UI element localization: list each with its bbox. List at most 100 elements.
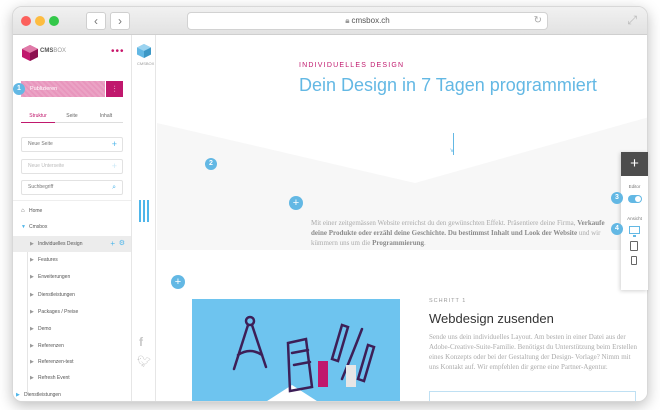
page-title: Dein Design in 7 Tagen programmiert [299, 75, 597, 95]
caret-right-icon: ▶ [30, 292, 34, 298]
tree-item-refresh-event[interactable]: ▶ Refresh Event [13, 370, 131, 386]
logo-suffix: BOX [145, 61, 155, 66]
tree-item-dienstleistungen[interactable]: ▶ Dienstleistungen [13, 287, 131, 303]
design-tools-icon [192, 299, 400, 401]
intro-text: . [424, 239, 426, 247]
add-section-button[interactable]: + [171, 275, 185, 289]
resize-handle[interactable] [139, 200, 149, 222]
tree-item-packages-preise[interactable]: ▶ Packages / Preise [13, 304, 131, 320]
facebook-icon[interactable]: f [139, 335, 143, 349]
minimize-window-button[interactable] [35, 16, 45, 26]
add-element-button[interactable]: + [289, 196, 303, 210]
cms-sidebar: CMSBOX ••• Publizieren ⫶ Struktur Seite … [13, 35, 132, 401]
chevron-left-icon: ‹ [94, 14, 98, 28]
tour-badge-1: 1 [13, 83, 25, 95]
tree-item-features[interactable]: ▶ Features [13, 252, 131, 268]
tree-item-referenzen[interactable]: ▶ Referenzen [13, 338, 131, 354]
step-label: SCHRITT 1 [429, 298, 467, 304]
close-window-button[interactable] [21, 16, 31, 26]
caret-right-icon: ▶ [30, 343, 34, 349]
tree-item-label: Referenzen [38, 343, 64, 349]
tree-item-label: Home [29, 208, 43, 214]
site-logo-icon [137, 44, 151, 58]
step-title: Webdesign zusenden [429, 311, 554, 326]
fullscreen-icon[interactable]: ⤢ [627, 13, 637, 27]
caret-down-icon: ▼ [21, 224, 26, 230]
section-eyebrow: INDIVIDUELLES DESIGN [299, 62, 405, 69]
search-placeholder: Suchbegriff [28, 184, 54, 190]
logo-suffix: BOX [53, 48, 67, 54]
publish-settings-button[interactable]: ⫶ [106, 81, 123, 97]
back-button[interactable]: ‹ [86, 12, 106, 30]
publish-button[interactable]: Publizieren [21, 81, 105, 97]
phone-view-icon[interactable] [631, 256, 637, 265]
gear-icon[interactable]: ⚙ [119, 236, 125, 252]
tour-badge-4: 4 [611, 223, 623, 235]
caret-right-icon: ▶ [16, 392, 20, 398]
page-preview: INDIVIDUELLES DESIGN Dein Design in 7 Ta… [157, 35, 647, 401]
logo-brand: CMS [137, 61, 146, 66]
tree-item-referenzen-test[interactable]: ▶ Referenzen-test [13, 354, 131, 370]
sliders-icon: ⫶ [113, 84, 116, 94]
twitter-icon[interactable]: 🐦︎ [137, 355, 151, 368]
maximize-window-button[interactable] [49, 16, 59, 26]
tour-badge-2: 2 [205, 158, 217, 170]
cms-logo-text: CMSBOX [40, 48, 66, 54]
new-page-button[interactable]: Neue Seite + [21, 137, 123, 152]
tour-badge-3: 3 [611, 192, 623, 204]
add-content-button[interactable]: + [621, 152, 648, 176]
reload-icon[interactable]: ↻ [534, 15, 542, 27]
new-subpage-button[interactable]: Neue Unterseite + [21, 159, 123, 174]
step-description: Sende uns dein individuelles Layout. Am … [429, 333, 638, 371]
tab-struktur[interactable]: Struktur [21, 109, 55, 123]
forward-button[interactable]: › [110, 12, 130, 30]
tree-divider [13, 200, 131, 201]
caret-right-icon: ▶ [30, 326, 34, 332]
caret-right-icon: ▶ [30, 257, 34, 263]
tree-item-label: Cmsbox [29, 224, 48, 230]
chevron-right-icon: › [118, 14, 122, 28]
tab-seite[interactable]: Seite [55, 109, 89, 123]
search-input[interactable]: Suchbegriff ⌕ [21, 180, 123, 195]
browser-titlebar: ‹ › 🔒︎ cmsbox.ch ↻ ⤢ [13, 7, 647, 35]
caret-right-icon: ▶ [30, 375, 34, 381]
browser-window: ‹ › 🔒︎ cmsbox.ch ↻ ⤢ CMSBOX ••• Publizier… [12, 6, 648, 402]
intro-bold: Programmierung [372, 239, 425, 247]
site-logo-text: CMSBOX [137, 61, 154, 66]
arrow-down-icon: ˅ [450, 148, 455, 155]
tree-item-label: Dienstleistungen [38, 292, 75, 298]
desktop-view-icon[interactable] [629, 226, 640, 237]
tree-item-individuelles-design[interactable]: ▶ Individuelles Design + ⚙ [13, 236, 131, 252]
design-tools-illustration [192, 299, 400, 401]
plus-icon: + [174, 276, 182, 288]
tree-item-label: Demo [38, 326, 52, 332]
add-page-icon[interactable]: + [110, 236, 115, 252]
lock-icon: 🔒︎ [345, 16, 350, 25]
tab-inhalt[interactable]: Inhalt [89, 109, 123, 123]
caret-right-icon: ▶ [30, 359, 34, 365]
intro-text: Mit einer zeitgemässen Website erreichst… [311, 219, 576, 227]
plus-icon: + [111, 139, 117, 149]
new-page-label: Neue Seite [28, 141, 53, 147]
address-bar[interactable]: 🔒︎ cmsbox.ch ↻ [187, 12, 548, 30]
home-icon: ⌂ [21, 208, 25, 214]
intro-paragraph: Mit einer zeitgemässen Website erreichst… [311, 218, 621, 248]
tree-item-demo[interactable]: ▶ Demo [13, 321, 131, 337]
tree-item-dienstleistungen-root[interactable]: ▶ Dienstleistungen [13, 387, 131, 401]
caret-right-icon: ▶ [30, 241, 34, 247]
caret-right-icon: ▶ [30, 274, 34, 280]
plus-icon: + [292, 197, 300, 209]
tablet-view-icon[interactable] [630, 241, 638, 251]
tree-item-erweiterungen[interactable]: ▶ Erweiterungen [13, 269, 131, 285]
editor-toggle[interactable] [628, 195, 642, 203]
tree-item-label: Features [38, 257, 58, 263]
cmsbox-logo-icon [22, 45, 38, 61]
tree-item-label: Referenzen-test [38, 359, 74, 365]
more-options-icon[interactable]: ••• [111, 46, 125, 57]
tree-item-cmsbox[interactable]: ▼ Cmsbox [13, 219, 131, 235]
tree-item-label: Packages / Preise [38, 309, 79, 315]
step-cta-box[interactable] [429, 391, 636, 401]
tree-item-home[interactable]: ⌂ Home [13, 203, 131, 219]
tree-item-label: Erweiterungen [38, 274, 71, 280]
cms-tabs: Struktur Seite Inhalt [21, 109, 123, 123]
